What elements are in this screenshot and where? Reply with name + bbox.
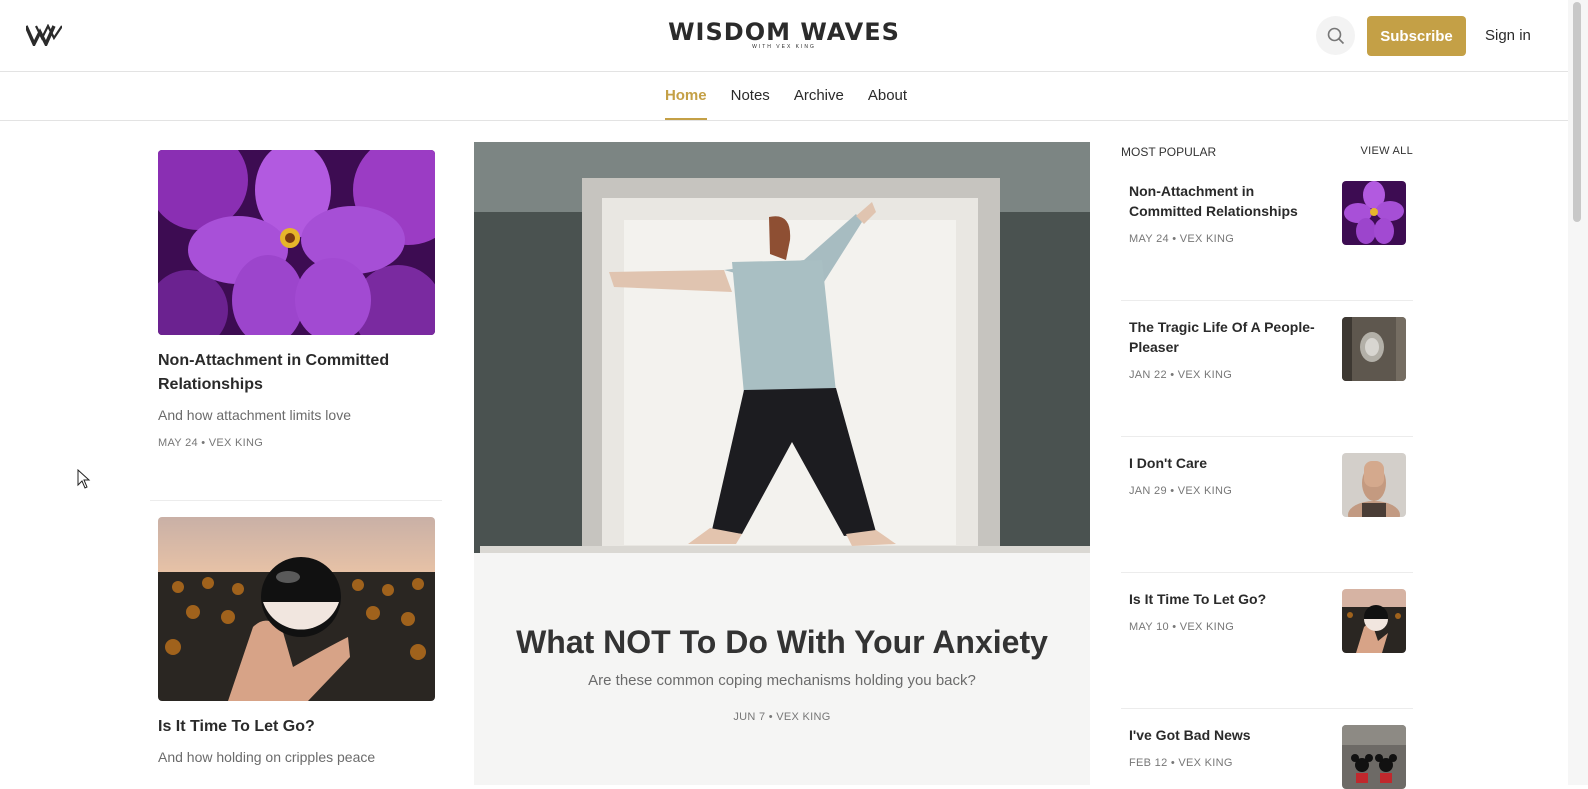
popular-item-title[interactable]: Non-Attachment in Committed Relationship…: [1129, 181, 1319, 249]
most-popular-header: MOST POPULAR VIEW ALL: [1121, 145, 1413, 159]
popular-thumb-mickey-figures[interactable]: [1342, 725, 1406, 789]
popular-thumb-crystal-ball[interactable]: [1342, 589, 1406, 653]
popular-item-meta: JAN 29 • VEX KING: [1129, 485, 1233, 497]
popular-item-meta: MAY 24 • VEX KING: [1129, 233, 1235, 245]
post-title[interactable]: Is It Time To Let Go?: [158, 715, 435, 739]
sign-in-link[interactable]: Sign in: [1485, 27, 1531, 44]
featured-image-person-in-box[interactable]: [474, 142, 1090, 553]
popular-thumb-peephole[interactable]: [1342, 317, 1406, 381]
popular-item-title[interactable]: I Don't Care JAN 29 • VEX KING: [1129, 453, 1319, 501]
top-bar: WISDOM WAVES WITH VEX KING Subscribe Sig…: [0, 0, 1568, 72]
popular-item-meta: FEB 12 • VEX KING: [1129, 757, 1233, 769]
nav-about[interactable]: About: [868, 72, 907, 120]
featured-meta: JUN 7 • VEX KING: [733, 711, 831, 723]
divider: [1121, 300, 1413, 301]
popular-item[interactable]: I've Got Bad News FEB 12 • VEX KING: [1121, 725, 1413, 789]
divider: [150, 500, 442, 501]
featured-title[interactable]: What NOT To Do With Your Anxiety: [474, 624, 1090, 661]
popular-item-meta: JAN 22 • VEX KING: [1129, 369, 1233, 381]
divider: [1121, 572, 1413, 573]
nav-notes[interactable]: Notes: [731, 72, 770, 120]
popular-item[interactable]: Is It Time To Let Go? MAY 10 • VEX KING: [1121, 589, 1413, 709]
popular-thumb-hand-over-face[interactable]: [1342, 453, 1406, 517]
search-icon: [1327, 27, 1344, 44]
nav-archive[interactable]: Archive: [794, 72, 844, 120]
popular-item-title[interactable]: The Tragic Life Of A People-Pleaser JAN …: [1129, 317, 1319, 385]
main-nav: Home Notes Archive About: [0, 72, 1568, 121]
popular-item[interactable]: I Don't Care JAN 29 • VEX KING: [1121, 453, 1413, 573]
featured-post[interactable]: What NOT To Do With Your Anxiety Are the…: [474, 142, 1090, 785]
search-button[interactable]: [1316, 16, 1355, 55]
post-subtitle: And how attachment limits love: [158, 407, 351, 423]
mouse-cursor-icon: [77, 469, 91, 489]
post-image-crystal-ball[interactable]: [158, 517, 435, 701]
popular-item[interactable]: Non-Attachment in Committed Relationship…: [1121, 181, 1413, 301]
post-title[interactable]: Non-Attachment in Committed Relationship…: [158, 349, 435, 397]
featured-subtitle: Are these common coping mechanisms holdi…: [588, 672, 976, 689]
nav-home[interactable]: Home: [664, 72, 707, 120]
popular-item[interactable]: The Tragic Life Of A People-Pleaser JAN …: [1121, 317, 1413, 437]
post-meta: MAY 24 • VEX KING: [158, 437, 264, 449]
view-all-link[interactable]: VIEW ALL: [1360, 145, 1413, 157]
popular-item-title[interactable]: I've Got Bad News FEB 12 • VEX KING: [1129, 725, 1319, 773]
popular-item-title[interactable]: Is It Time To Let Go? MAY 10 • VEX KING: [1129, 589, 1319, 637]
subscribe-button[interactable]: Subscribe: [1367, 16, 1466, 56]
popular-thumb-purple-flowers[interactable]: [1342, 181, 1406, 245]
post-image-purple-flowers[interactable]: [158, 150, 435, 335]
popular-item-meta: MAY 10 • VEX KING: [1129, 621, 1235, 633]
scrollbar-thumb[interactable]: [1573, 2, 1581, 222]
divider: [1121, 436, 1413, 437]
most-popular-heading: MOST POPULAR: [1121, 145, 1217, 159]
post-card[interactable]: Non-Attachment in Committed Relationship…: [158, 150, 435, 449]
post-card[interactable]: Is It Time To Let Go? And how holding on…: [158, 517, 435, 765]
divider: [1121, 708, 1413, 709]
post-subtitle: And how holding on cripples peace: [158, 749, 376, 765]
